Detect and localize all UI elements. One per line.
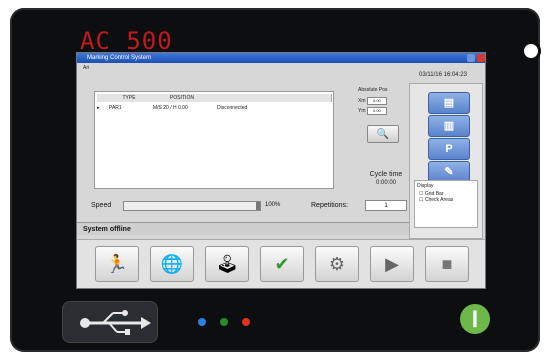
position-group-title: Absolute Pos <box>358 87 388 93</box>
usb-port <box>62 301 158 343</box>
x-label: Xm <box>358 98 366 104</box>
table-row-marker[interactable]: ▸ <box>97 104 107 112</box>
cycle-time-value: 0:00:00 <box>375 180 397 186</box>
table-header-status <box>213 94 332 102</box>
minimize-button[interactable] <box>467 54 475 62</box>
globe-icon: 🌐 <box>160 254 184 274</box>
usb-icon <box>80 310 151 335</box>
window-title: Marking Control System <box>87 55 152 61</box>
y-label: Ym <box>358 108 366 114</box>
screen: Marking Control System Ari 03/11/16 16:0… <box>76 52 486 289</box>
joystick-icon: 🕹 <box>215 254 239 274</box>
new-file-button[interactable]: ▤ <box>428 92 470 114</box>
play-icon: ▶ <box>385 254 399 274</box>
window-titlebar: Marking Control System <box>77 53 485 63</box>
mounting-hole <box>521 41 541 61</box>
p-icon: P <box>445 143 453 155</box>
table-cell-status[interactable]: Disconnected <box>217 104 327 112</box>
play-button[interactable]: ▶ <box>370 246 414 282</box>
run-button[interactable]: 🏃 <box>95 246 139 282</box>
joystick-button[interactable]: 🕹 <box>205 246 249 282</box>
blue-led-indicator <box>198 318 206 326</box>
stop-icon: ■ <box>441 254 453 274</box>
marking-tool-button[interactable]: ⚙ <box>315 246 359 282</box>
marking-tool-icon: ⚙ <box>328 254 346 274</box>
power-icon: ❙ <box>468 310 482 327</box>
check-icon: ✔ <box>274 254 290 274</box>
stop-button[interactable]: ■ <box>425 246 469 282</box>
x-value-field[interactable]: 0.00 <box>366 97 387 105</box>
bottom-toolbar: 🏃 🌐 🕹 ✔ ⚙ ▶ ■ <box>77 239 485 288</box>
red-led-indicator <box>242 318 250 326</box>
new-file-icon: ▤ <box>443 97 455 109</box>
speed-percent: 100% <box>265 202 281 208</box>
brand-logo: AC 500 <box>80 27 173 55</box>
close-button[interactable] <box>477 54 485 62</box>
run-person-icon: 🏃 <box>105 254 129 274</box>
speed-slider-thumb[interactable] <box>256 202 260 210</box>
power-button[interactable]: ❙ <box>460 304 490 334</box>
status-bar: System offline <box>77 222 417 235</box>
table-header-position: POSITION <box>151 94 214 102</box>
green-led-indicator <box>220 318 228 326</box>
datetime-display: 03/11/16 16:04:23 <box>419 72 467 78</box>
repetitions-label: Repetitions: <box>311 202 348 209</box>
p-button[interactable]: P <box>428 138 470 160</box>
magnifier-icon: 🔍 <box>376 129 390 140</box>
table-header-type: TYPE <box>107 94 152 102</box>
open-file-button[interactable]: ▥ <box>428 115 470 137</box>
display-title: Display <box>417 183 434 189</box>
settings-icon: ✎ <box>444 166 454 178</box>
search-button[interactable]: 🔍 <box>367 125 399 143</box>
display-option-check-areas[interactable]: ☐ Check Areas <box>415 197 477 203</box>
speed-label: Speed <box>91 202 112 209</box>
table-cell-type[interactable]: PAR1 <box>109 104 151 112</box>
speed-slider[interactable] <box>123 201 261 211</box>
globe-button[interactable]: 🌐 <box>150 246 194 282</box>
cycle-time-label: Cycle time <box>369 171 403 178</box>
y-value-field[interactable]: 0.00 <box>366 107 387 115</box>
check-button[interactable]: ✔ <box>260 246 304 282</box>
display-options: Display ☐ Grid Bar ☐ Check Areas <box>414 180 478 228</box>
open-file-icon: ▥ <box>443 120 455 132</box>
right-panel: ▤ ▥ P ✎ Display ☐ Grid Bar ☐ Check Areas <box>409 83 483 239</box>
table-cell-position[interactable]: M/S 20 / H 0.00 <box>153 104 213 112</box>
repetitions-input[interactable]: 1 <box>365 200 407 211</box>
job-table[interactable]: TYPE POSITION ▸ PAR1 M/S 20 / H 0.00 Dis… <box>94 91 334 189</box>
